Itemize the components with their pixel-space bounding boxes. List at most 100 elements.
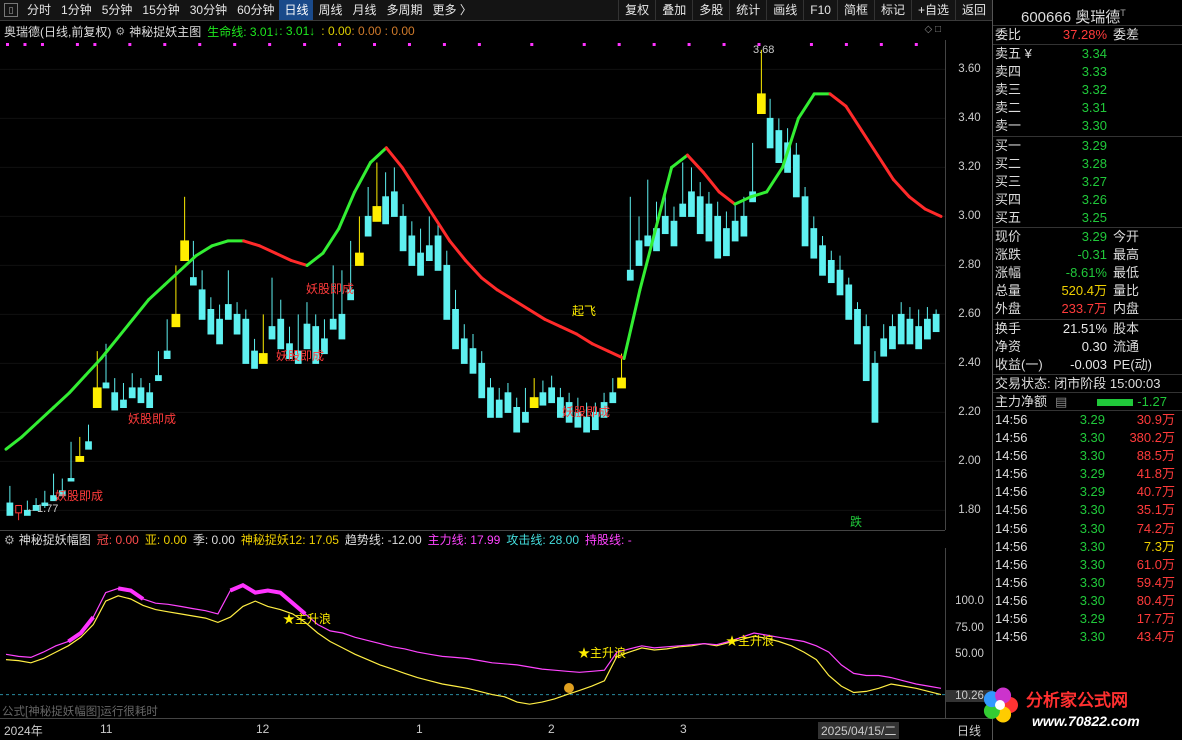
indicator-name[interactable]: 神秘捉妖主图 (129, 23, 201, 40)
tab-5min[interactable]: 5分钟 (97, 0, 138, 20)
price-chart[interactable]: 妖股即成妖股即成妖股即成妖股即成妖股即成起飞3.68←1.77跌 (0, 40, 945, 530)
collapse-icon[interactable]: ▯ (4, 3, 18, 17)
tab-fenshi[interactable]: 分时 (22, 0, 56, 20)
bid-row[interactable]: 买四 3.26 (993, 191, 1182, 209)
oscillator-chart[interactable]: ★主升浪 ★主升浪 ★主升浪 (0, 548, 945, 718)
status-text: 公式[神秘捉妖幅图]运行很耗时 (2, 706, 158, 718)
trade-row: 14:56 3.29 30.9万 (993, 411, 1182, 429)
stats-block-2: 换手 21.51% 股本 净资 0.30 流通 收益(一) -0.003 PE(动) (993, 318, 1182, 374)
trade-row: 14:56 3.29 40.7万 (993, 483, 1182, 501)
draw-line-button[interactable]: 画线 (766, 0, 803, 20)
candle-body (102, 382, 110, 389)
mark-button[interactable]: 标记 (873, 0, 911, 20)
statistics-button[interactable]: 统计 (729, 0, 766, 20)
candle-body (522, 411, 529, 423)
candle-body (67, 478, 75, 482)
trade-price: 3.30 (1079, 538, 1105, 554)
multi-stock-button[interactable]: 多股 (692, 0, 729, 20)
add-favorite-button[interactable]: +自选 (910, 0, 955, 20)
simple-frame-button[interactable]: 简框 (836, 0, 874, 20)
ask-price: 3.33 (1081, 64, 1107, 80)
candle-body (382, 196, 389, 225)
signal-dot (914, 43, 918, 46)
signal-dot (233, 43, 237, 46)
trade-volume: 40.7万 (1136, 484, 1175, 500)
tab-monthly[interactable]: 月线 (348, 0, 382, 20)
tab-more[interactable]: 更多 〉 (428, 0, 477, 20)
ask-row[interactable]: 卖四 3.33 (993, 63, 1182, 81)
main-net-row: 主力净额 ▤ -1.27 (993, 391, 1182, 410)
shen-value: 神秘捉妖12: 17.05 (240, 533, 339, 547)
overlay-button[interactable]: 叠加 (655, 0, 692, 20)
sub-indicator-name[interactable]: 神秘捉妖幅图 (19, 531, 91, 548)
tab-daily[interactable]: 日线 (279, 0, 314, 20)
trade-state-row: 交易状态: 闭市阶段 15:00:03 (993, 373, 1182, 392)
stat-right-label: 最低 (1113, 265, 1140, 281)
trade-time: 14:56 (995, 538, 1028, 554)
trade-row: 14:56 3.30 7.3万 (993, 538, 1182, 556)
life-line-segment (575, 332, 594, 346)
back-button[interactable]: 返回 (954, 0, 992, 20)
ask-price: 3.32 (1081, 82, 1107, 98)
demon-stock-label: 妖股即成 (276, 349, 324, 363)
tab-30min[interactable]: 30分钟 (185, 0, 232, 20)
trade-time: 14:56 (995, 430, 1028, 446)
life-line-segment (495, 288, 515, 302)
signal-dot (23, 43, 27, 46)
trade-state: 交易状态: 闭市阶段 15:00:03 (995, 375, 1161, 391)
settings-icon[interactable]: ⚙ (0, 533, 19, 547)
life-line-segment (36, 406, 56, 424)
ask-row[interactable]: 卖五 ¥ 3.34 (993, 45, 1182, 63)
life-line-segment (210, 239, 230, 248)
ask-price: 3.30 (1081, 118, 1107, 134)
price-tick: 3.60 (958, 63, 981, 76)
f10-button[interactable]: F10 (803, 0, 837, 20)
tab-1min[interactable]: 1分钟 (56, 0, 97, 20)
candle-body (688, 191, 695, 217)
tab-15min[interactable]: 15分钟 (137, 0, 184, 20)
tab-60min[interactable]: 60分钟 (232, 0, 279, 20)
weibi-label: 委比 (995, 27, 1022, 42)
trade-time: 14:56 (995, 484, 1028, 500)
candle-body (258, 353, 268, 364)
stat-label: 净资 (995, 338, 1022, 354)
life-line-segment (559, 325, 579, 336)
stat-right-label: 量比 (1113, 283, 1140, 299)
candle-body (207, 309, 215, 335)
trade-price: 3.29 (1079, 466, 1105, 482)
list-icon[interactable]: ▤ (1055, 393, 1067, 410)
chart-control-icons[interactable]: ◇ □ (924, 24, 941, 35)
stat-value: -0.003 (1070, 356, 1107, 372)
ask-row[interactable]: 卖二 3.31 (993, 99, 1182, 117)
date-axis: 2024年 11 12 1 2 3 2025/04/15/二 日线 (0, 718, 992, 740)
tab-weekly[interactable]: 周线 (313, 0, 347, 20)
ji-value: 季: 0.00 (192, 533, 235, 547)
candle-body (827, 260, 835, 284)
bid-row[interactable]: 买一 3.29 (993, 137, 1182, 155)
bid-row[interactable]: 买五 3.25 (993, 209, 1182, 227)
fall-label: 跌 (850, 514, 862, 529)
candle-body (766, 117, 774, 149)
fuquan-button[interactable]: 复权 (618, 0, 655, 20)
candle-body (731, 220, 739, 242)
main-rise-label: ★主升浪 (283, 611, 331, 626)
ask-label: 卖三 (995, 82, 1022, 98)
signal-coin-icon (564, 683, 574, 693)
life-line-segment (479, 276, 499, 292)
candle-body (242, 318, 250, 364)
guan-value: 冠: 0.00 (96, 533, 139, 547)
weibi-row: 委比 37.28% 委差 (993, 26, 1182, 44)
life-line-segment (20, 420, 40, 439)
tab-multi-period[interactable]: 多周期 (382, 0, 428, 20)
candle-body (443, 264, 451, 320)
ask-row[interactable]: 卖三 3.32 (993, 81, 1182, 99)
bid-price: 3.26 (1081, 191, 1107, 207)
bid-row[interactable]: 买三 3.27 (993, 173, 1182, 191)
bid-row[interactable]: 买二 3.28 (993, 155, 1182, 173)
settings-icon[interactable]: ⚙ (115, 25, 125, 38)
life-line-segment (99, 337, 119, 360)
candle-body (277, 318, 285, 350)
ask-row[interactable]: 卖一 3.30 (993, 117, 1182, 135)
candle-body (355, 252, 364, 266)
trade-list[interactable]: 14:56 3.29 30.9万 14:56 3.30 380.2万 14:56 3.30 88… (993, 409, 1182, 646)
